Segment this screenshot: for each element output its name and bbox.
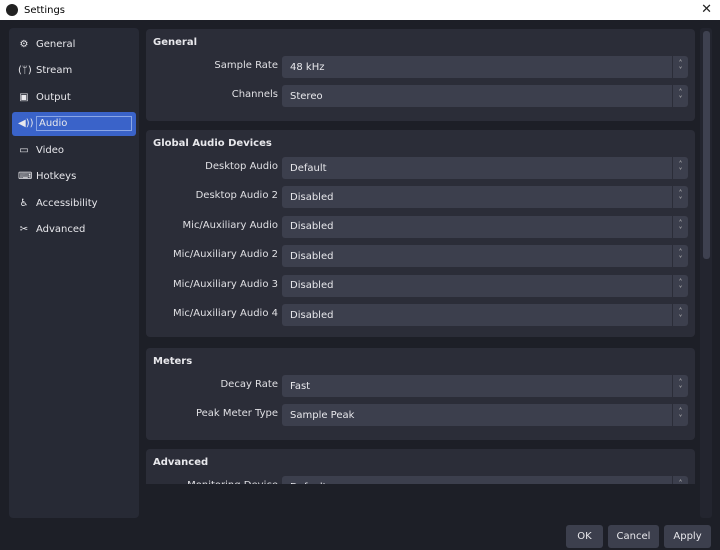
setting-row: Peak Meter Type Sample Peak ˄ ˅ xyxy=(146,404,695,427)
chevron-up-down-icon: ˄˅ xyxy=(672,157,688,179)
setting-dropdown[interactable]: Disabled ˄ ˅ xyxy=(282,274,688,297)
setting-label: Channels xyxy=(231,89,278,101)
setting-label: Mic/Auxiliary Audio xyxy=(182,219,278,231)
chevron-up-down-icon: ˄˅ xyxy=(672,245,688,268)
dropdown-value: Disabled xyxy=(290,191,334,203)
sidebar-item-label: Hotkeys xyxy=(36,171,77,182)
setting-dropdown[interactable]: Default ˄˅ xyxy=(282,157,688,179)
sidebar-item-advanced[interactable]: ✂ Advanced xyxy=(12,218,136,242)
scrollbar-thumb[interactable] xyxy=(703,31,710,259)
monitor-icon: ▭ xyxy=(19,144,29,156)
setting-row: Desktop Audio Default ˄ ˅ xyxy=(146,157,695,179)
sidebar-item-stream[interactable]: (ᛘ) Stream xyxy=(12,59,136,83)
sidebar-item-video[interactable]: ▭ Video xyxy=(12,138,136,162)
setting-row: Mic/Auxiliary Audio 4 Disabled ˄ ˅ xyxy=(146,304,695,326)
setting-row: Mic/Auxiliary Audio 2 Disabled ˄ ˅ xyxy=(146,245,695,268)
setting-row: Mic/Auxiliary Audio 3 Disabled ˄ ˅ xyxy=(146,274,695,297)
setting-label: Mic/Auxiliary Audio 2 xyxy=(172,249,278,261)
settings-scroll-area: General Sample Rate 48 kHz ˄ ˅ Channels Ster… xyxy=(146,28,696,484)
output-icon: ▣ xyxy=(19,91,29,103)
sidebar-item-label: Advanced xyxy=(36,224,86,235)
sidebar-item-output[interactable]: ▣ Output xyxy=(12,85,136,109)
chevron-up-down-icon: ˄˅ xyxy=(672,215,688,238)
group-title: Advanced xyxy=(153,457,209,468)
sidebar-item-label: Video xyxy=(36,144,65,156)
sidebar-item-label: General xyxy=(36,38,76,50)
setting-dropdown[interactable]: Default˄˅ xyxy=(282,476,688,484)
setting-label: Desktop Audio 2 xyxy=(195,190,278,202)
keyboard-icon: ⌨ xyxy=(18,171,33,182)
setting-dropdown[interactable]: Sample Peak ˄ ˅ xyxy=(282,404,688,427)
sidebar-item-label: Output xyxy=(36,91,71,103)
setting-row: Decay Rate Fast ˄ ˅ xyxy=(146,375,695,397)
setting-row: Sample Rate 48 kHz ˄ ˅ xyxy=(146,56,695,78)
group-advanced: Advanced Monitoring Device Default˄˅ xyxy=(146,449,695,484)
setting-dropdown[interactable]: 48 kHz ˄ ˅ xyxy=(282,56,688,78)
setting-row: Monitoring Device Default˄˅ xyxy=(146,476,695,484)
window-title: Settings xyxy=(24,4,66,16)
sidebar-item-audio[interactable]: ◀)) Audio xyxy=(12,111,136,136)
setting-dropdown[interactable]: Stereo ˄ ˅ xyxy=(282,85,688,108)
speaker-icon: ◀)) xyxy=(18,118,34,129)
setting-label: Decay Rate xyxy=(220,379,278,390)
setting-row: Channels Stereo ˄ ˅ xyxy=(146,85,695,108)
sidebar-item-label: Audio xyxy=(36,116,132,131)
dropdown-value: Disabled xyxy=(290,250,334,262)
setting-dropdown[interactable]: Disabled ˄ ˅ xyxy=(282,186,688,209)
tools-icon: ✂ xyxy=(19,224,29,235)
setting-label: Peak Meter Type xyxy=(195,408,278,420)
chevron-up-down-icon: ˄˅ xyxy=(672,476,688,484)
group-title: Meters xyxy=(153,356,193,367)
setting-label: Mic/Auxiliary Audio 4 xyxy=(172,308,278,319)
vertical-scrollbar[interactable] xyxy=(700,28,712,518)
chevron-up-down-icon: ˄˅ xyxy=(672,56,688,78)
chevron-up-down-icon: ˄˅ xyxy=(672,375,688,397)
sidebar-item-label: Accessibility xyxy=(36,197,98,209)
chevron-up-down-icon: ˄˅ xyxy=(672,186,688,209)
chevron-up-down-icon: ˄˅ xyxy=(672,274,688,297)
group-devices: Global Audio Devices Desktop Audio Defaul… xyxy=(146,130,695,337)
dropdown-value: Fast xyxy=(290,380,311,392)
antenna-icon: (ᛘ) xyxy=(18,65,32,76)
apply-button[interactable]: Apply xyxy=(664,525,711,548)
gear-icon: ⚙ xyxy=(19,38,29,50)
setting-dropdown[interactable]: Disabled ˄ ˅ xyxy=(282,304,688,326)
group-general: General Sample Rate 48 kHz ˄ ˅ Channels Ster… xyxy=(146,29,695,121)
dropdown-value: Default xyxy=(290,162,327,174)
ok-button[interactable]: OK xyxy=(566,525,603,548)
setting-dropdown[interactable]: Disabled ˄ ˅ xyxy=(282,215,688,238)
setting-label: Desktop Audio xyxy=(205,161,278,172)
accessibility-icon: ♿ xyxy=(19,197,29,209)
chevron-up-down-icon: ˄˅ xyxy=(672,404,688,427)
close-icon[interactable]: ✕ xyxy=(701,2,712,17)
sidebar-item-label: Stream xyxy=(36,65,73,76)
cancel-button[interactable]: Cancel xyxy=(608,525,659,548)
group-meters: Meters Decay Rate Fast ˄ ˅ Peak Meter Type S… xyxy=(146,348,695,440)
group-title: Global Audio Devices xyxy=(153,138,272,149)
sidebar-item-accessibility[interactable]: ♿ Accessibility xyxy=(12,191,136,215)
setting-label: Monitoring Device xyxy=(187,480,278,484)
dropdown-value: 48 kHz xyxy=(290,61,325,73)
app-logo-icon xyxy=(6,4,18,16)
dropdown-value: Default xyxy=(282,482,672,485)
chevron-up-down-icon: ˄˅ xyxy=(672,85,688,108)
setting-dropdown[interactable]: Disabled ˄ ˅ xyxy=(282,245,688,268)
dropdown-value: Disabled xyxy=(290,309,334,321)
sidebar-item-general[interactable]: ⚙ General xyxy=(12,32,136,56)
dropdown-value: Stereo xyxy=(290,90,323,102)
setting-row: Desktop Audio 2 Disabled ˄ ˅ xyxy=(146,186,695,209)
sidebar-item-hotkeys[interactable]: ⌨ Hotkeys xyxy=(12,165,136,189)
setting-label: Sample Rate xyxy=(214,60,278,71)
setting-label: Mic/Auxiliary Audio 3 xyxy=(172,278,278,290)
dropdown-value: Disabled xyxy=(290,221,334,233)
title-bar: Settings ✕ xyxy=(0,0,720,20)
setting-dropdown[interactable]: Fast ˄ ˅ xyxy=(282,375,688,397)
setting-row: Mic/Auxiliary Audio Disabled ˄ ˅ xyxy=(146,215,695,238)
group-title: General xyxy=(153,37,197,48)
settings-sidebar: ⚙ General (ᛘ) Stream ▣ Output ◀)) Audio ▭ Video ⌨ H… xyxy=(9,28,139,518)
dropdown-value: Disabled xyxy=(290,280,334,292)
dropdown-value: Sample Peak xyxy=(290,409,355,421)
chevron-up-down-icon: ˄˅ xyxy=(672,304,688,326)
